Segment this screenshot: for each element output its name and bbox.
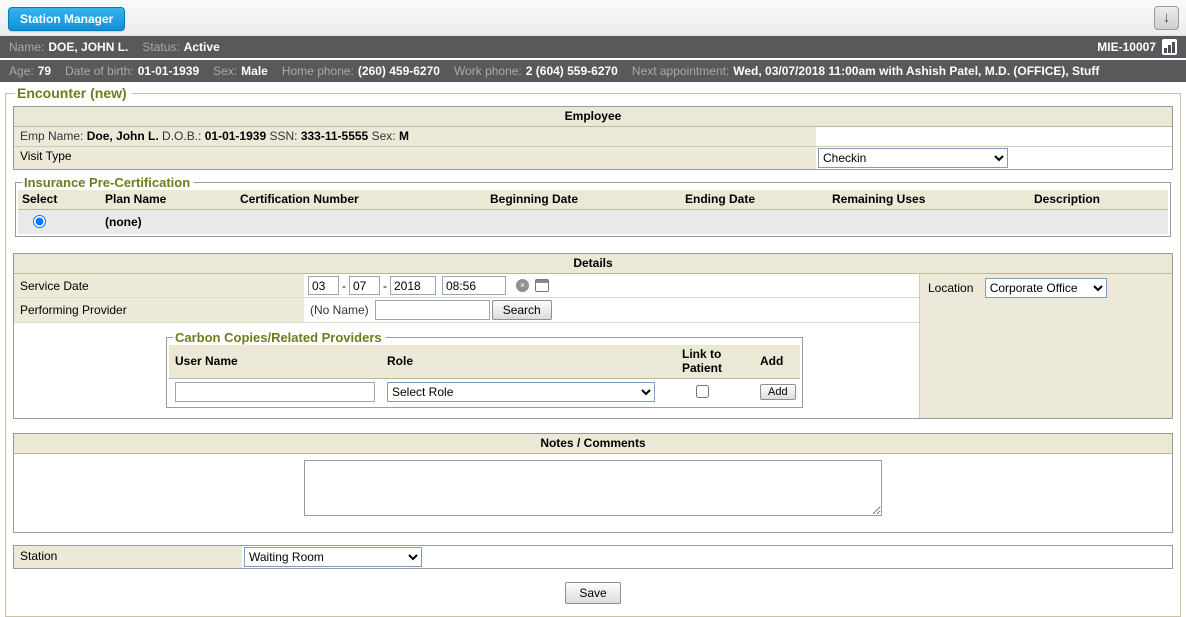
service-date-row: Service Date - - × [14,274,919,298]
precert-col-cert-number: Certification Number [236,190,486,209]
work-phone-value: 2 (604) 559-6270 [526,60,618,82]
patient-id: MIE-10007 [1097,36,1156,58]
emp-name-label: Emp Name: [20,129,83,143]
location-cell: Location Corporate Office [919,274,1172,418]
bar-chart-icon[interactable] [1162,39,1177,55]
download-icon: ↓ [1163,9,1171,26]
emp-ssn-label: SSN: [269,129,297,143]
employee-info: Emp Name: Doe, John L. D.O.B.: 01-01-193… [14,127,816,146]
performing-provider-row: Performing Provider (No Name) Search [14,298,919,323]
cc-add-button[interactable]: Add [760,384,796,400]
sex-label: Sex: [213,60,237,82]
date-separator: - [342,279,346,293]
carbon-copies-section: Carbon Copies/Related Providers User Nam… [166,330,803,408]
station-row: Station Waiting Room [14,546,1172,568]
cc-col-link-to-patient: Link to Patient [676,345,754,378]
notes-textarea[interactable] [304,460,882,516]
carbon-copies-legend: Carbon Copies/Related Providers [173,330,386,345]
emp-ssn-value: 333-11-5555 [301,129,368,143]
service-date-year[interactable] [390,276,436,295]
visit-type-select[interactable]: Checkin [818,148,1008,168]
top-toolbar: Station Manager ↓ [0,0,1186,36]
cc-col-add: Add [754,352,800,371]
notes-header: Notes / Comments [14,434,1172,454]
precert-col-plan-name: Plan Name [101,190,236,209]
search-button[interactable]: Search [492,300,552,320]
employee-info-row: Emp Name: Doe, John L. D.O.B.: 01-01-193… [14,127,1172,146]
service-date-label: Service Date [14,274,304,297]
cc-username-input[interactable] [175,382,375,402]
visit-type-label: Visit Type [14,147,816,169]
patient-bar: Name: DOE, JOHN L. Status: Active MIE-10… [0,36,1186,58]
name-label: Name: [9,36,44,58]
age-label: Age: [9,60,34,82]
station-manager-button[interactable]: Station Manager [8,7,125,31]
precert-col-select: Select [18,190,101,209]
emp-dob-value: 01-01-1939 [205,129,266,143]
provider-search-input[interactable] [375,300,490,320]
dob-value: 01-01-1939 [138,60,199,82]
clear-date-icon[interactable]: × [516,279,529,292]
precert-legend: Insurance Pre-Certification [22,175,194,190]
next-appointment-value: Wed, 03/07/2018 11:00am with Ashish Pate… [733,60,1099,82]
location-select[interactable]: Corporate Office [985,278,1107,298]
encounter-section: Encounter (new) Employee Emp Name: Doe, … [5,85,1181,617]
encounter-legend: Encounter (new) [15,85,132,101]
precert-plan-name: (none) [105,215,142,229]
location-label: Location [928,281,973,295]
precert-row: (none) [18,210,1168,234]
employee-table: Employee Emp Name: Doe, John L. D.O.B.: … [13,106,1173,170]
precert-col-remaining-uses: Remaining Uses [828,190,1030,209]
provider-no-name: (No Name) [310,303,369,317]
status-label: Status: [142,36,179,58]
cc-role-select[interactable]: Select Role [387,382,655,402]
service-date-month[interactable] [308,276,339,295]
details-table: Details Service Date - - × [13,253,1173,419]
details-header: Details [14,254,1172,274]
sex-value: Male [241,60,268,82]
work-phone-label: Work phone: [454,60,522,82]
precert-col-ending-date: Ending Date [681,190,828,209]
demographics-bar: Age: 79 Date of birth: 01-01-1939 Sex: M… [0,60,1186,82]
home-phone-value: (260) 459-6270 [358,60,440,82]
status-value: Active [184,36,220,58]
save-button[interactable]: Save [565,582,620,604]
service-date-day[interactable] [349,276,380,295]
service-time[interactable] [442,276,506,295]
emp-sex-value: M [399,129,409,143]
home-phone-label: Home phone: [282,60,354,82]
employee-info-spacer [816,127,1172,146]
calendar-icon[interactable] [535,279,549,292]
employee-header: Employee [14,107,1172,127]
precert-col-beginning-date: Beginning Date [486,190,681,209]
cc-link-checkbox[interactable] [696,385,709,398]
visit-type-row: Visit Type Checkin [14,146,1172,169]
precert-col-description: Description [1030,190,1168,209]
performing-provider-label: Performing Provider [14,298,304,322]
emp-sex-label: Sex: [372,129,396,143]
age-value: 79 [38,60,51,82]
precert-radio[interactable] [33,215,46,228]
carbon-copies-header-row: User Name Role Link to Patient Add [169,345,800,379]
date-separator: - [383,279,387,293]
emp-name-value: Doe, John L. [87,129,159,143]
precert-header-row: Select Plan Name Certification Number Be… [18,190,1168,210]
next-appointment-label: Next appointment: [632,60,729,82]
emp-dob-label: D.O.B.: [162,129,201,143]
patient-name: DOE, JOHN L. [48,36,128,58]
station-select[interactable]: Waiting Room [244,547,422,567]
cc-col-user-name: User Name [169,352,381,371]
dob-label: Date of birth: [65,60,134,82]
notes-table: Notes / Comments [13,433,1173,533]
cc-col-role: Role [381,352,676,371]
carbon-copies-row: Select Role Add [169,379,800,405]
station-table: Station Waiting Room [13,545,1173,569]
download-button[interactable]: ↓ [1154,6,1179,30]
station-label: Station [14,546,242,568]
precert-section: Insurance Pre-Certification Select Plan … [15,175,1171,237]
